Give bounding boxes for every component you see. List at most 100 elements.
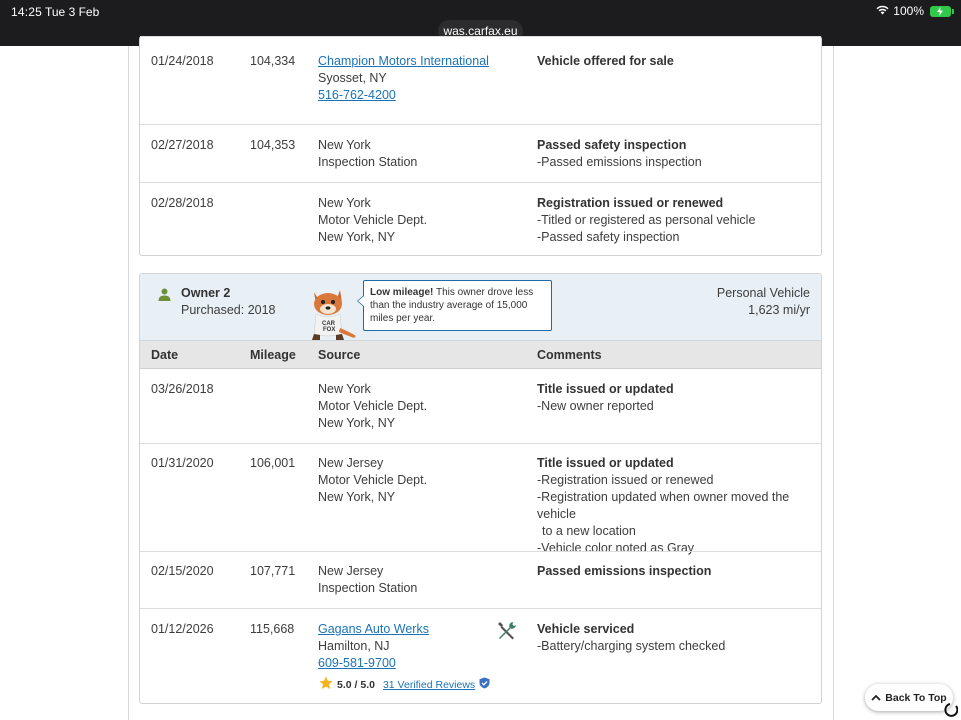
record-comments: Passed safety inspection -Passed emissio…: [537, 137, 822, 171]
comment-title: Registration issued or renewed: [537, 196, 724, 210]
table-row: 01/12/2026 115,668 Gagans Auto Werks Ham…: [140, 608, 821, 704]
header-comments: Comments: [537, 348, 602, 362]
source-line: New York: [318, 382, 371, 396]
header-source: Source: [318, 348, 361, 362]
record-date: 01/12/2026: [151, 622, 214, 636]
comment-item: to a new location: [542, 524, 636, 538]
comment-item: -Passed emissions inspection: [537, 155, 702, 169]
record-date: 01/24/2018: [151, 54, 214, 68]
source-line: Motor Vehicle Dept.: [318, 473, 428, 487]
comment-title: Title issued or updated: [537, 382, 674, 396]
dealer-link[interactable]: Champion Motors International: [318, 54, 489, 68]
source-line: Inspection Station: [318, 155, 418, 169]
owner-title: Owner 2: [181, 286, 231, 300]
source-line: New York: [318, 196, 371, 210]
source-line: New York, NY: [318, 490, 396, 504]
comment-item: -Battery/charging system checked: [537, 639, 726, 653]
dealer-phone-link[interactable]: 516-762-4200: [318, 88, 396, 102]
service-tools-icon: [497, 621, 517, 646]
source-line: Motor Vehicle Dept.: [318, 213, 428, 227]
record-mileage: 104,353: [250, 138, 296, 152]
record-comments: Vehicle offered for sale: [537, 53, 822, 70]
back-to-top-button[interactable]: Back To Top: [865, 684, 953, 711]
wifi-icon: [876, 4, 889, 18]
table-row: 03/26/2018 New York Motor Vehicle Dept. …: [140, 370, 821, 443]
comment-item: -Titled or registered as personal vehicl…: [537, 213, 756, 227]
record-source: Champion Motors International Syosset, N…: [318, 53, 489, 104]
owner-header: Owner 2 Purchased: 2018 CAR FOX Low mile…: [140, 274, 821, 341]
status-time: 14:25: [11, 5, 43, 19]
table-row: 02/15/2020 107,771 New Jersey Inspection…: [140, 551, 821, 608]
comment-item: -New owner reported: [537, 399, 654, 413]
owner-purchased: Purchased: 2018: [181, 303, 276, 317]
star-icon: [319, 676, 333, 693]
source-line: Hamilton, NJ: [318, 639, 390, 653]
source-line: New Jersey: [318, 564, 384, 578]
rating-score: 5.0 / 5.0: [337, 678, 375, 691]
comment-item: -Passed safety inspection: [537, 230, 680, 244]
record-source: New York Inspection Station: [318, 137, 417, 171]
record-mileage: 106,001: [250, 456, 296, 470]
battery-icon: [930, 5, 954, 17]
record-source: New Jersey Motor Vehicle Dept. New York,…: [318, 455, 427, 506]
record-comments: Passed emissions inspection: [537, 563, 822, 580]
record-comments: Registration issued or renewed -Titled o…: [537, 195, 822, 246]
record-source: New Jersey Inspection Station: [318, 563, 417, 597]
comment-title: Passed safety inspection: [537, 138, 687, 152]
shop-phone-link[interactable]: 609-581-9700: [318, 656, 396, 670]
record-date: 03/26/2018: [151, 382, 214, 396]
source-line: New York, NY: [318, 416, 396, 430]
table-row: 01/24/2018 104,334 Champion Motors Inter…: [140, 36, 821, 124]
svg-text:FOX: FOX: [323, 327, 335, 333]
source-line: Motor Vehicle Dept.: [318, 399, 428, 413]
carfox-mascot-icon: CAR FOX: [306, 284, 358, 345]
owner1-records-card: 01/24/2018 104,334 Champion Motors Inter…: [139, 36, 822, 256]
low-mileage-tooltip: Low mileage! This owner drove less than …: [357, 280, 552, 331]
record-source: New York Motor Vehicle Dept. New York, N…: [318, 195, 427, 246]
comment-item: -Registration updated when owner moved t…: [537, 490, 790, 521]
record-source: New York Motor Vehicle Dept. New York, N…: [318, 381, 427, 432]
source-line: New York, NY: [318, 230, 396, 244]
source-line: Syosset, NY: [318, 71, 387, 85]
record-date: 02/28/2018: [151, 196, 214, 210]
comment-item: -Registration issued or renewed: [537, 473, 714, 487]
table-row: 02/28/2018 New York Motor Vehicle Dept. …: [140, 182, 821, 256]
chevron-up-icon: [871, 692, 881, 704]
record-source: Gagans Auto Werks Hamilton, NJ 609-581-9…: [318, 621, 429, 672]
status-right: 100%: [876, 4, 954, 18]
comment-title: Passed emissions inspection: [537, 564, 712, 578]
table-header: Date Mileage Source Comments: [140, 341, 821, 369]
record-comments: Vehicle serviced -Battery/charging syste…: [537, 621, 822, 655]
record-mileage: 104,334: [250, 54, 296, 68]
table-row: 01/31/2020 106,001 New Jersey Motor Vehi…: [140, 443, 821, 555]
status-date: Tue 3 Feb: [45, 5, 100, 19]
record-comments: Title issued or updated -New owner repor…: [537, 381, 822, 415]
record-date: 02/27/2018: [151, 138, 214, 152]
battery-percent: 100%: [893, 4, 924, 18]
shop-link[interactable]: Gagans Auto Werks: [318, 622, 429, 636]
usage-rate: 1,623 mi/yr: [748, 303, 810, 317]
verified-badge-icon: [479, 677, 490, 692]
usage-type: Personal Vehicle: [716, 286, 810, 300]
record-mileage: 107,771: [250, 564, 296, 578]
record-mileage: 115,668: [250, 622, 295, 636]
source-line: New Jersey: [318, 456, 384, 470]
record-date: 02/15/2020: [151, 564, 214, 578]
owner2-card: Owner 2 Purchased: 2018 CAR FOX Low mile…: [139, 273, 822, 704]
person-icon: [158, 288, 171, 306]
comment-title: Vehicle offered for sale: [537, 54, 674, 68]
back-to-top-label: Back To Top: [885, 691, 947, 704]
shop-rating: 5.0 / 5.0 31 Verified Reviews: [319, 676, 490, 693]
table-row: 02/27/2018 104,353 New York Inspection S…: [140, 124, 821, 182]
refresh-spinner-icon: [944, 703, 959, 720]
record-date: 01/31/2020: [151, 456, 214, 470]
header-date: Date: [151, 348, 179, 362]
verified-reviews-link[interactable]: 31 Verified Reviews: [383, 679, 475, 691]
header-mileage: Mileage: [250, 348, 296, 362]
comment-title: Vehicle serviced: [537, 622, 635, 636]
source-line: Inspection Station: [318, 581, 418, 595]
source-line: New York: [318, 138, 371, 152]
record-comments: Title issued or updated -Registration is…: [537, 455, 822, 557]
comment-title: Title issued or updated: [537, 456, 674, 470]
tooltip-title: Low mileage!: [370, 287, 434, 298]
